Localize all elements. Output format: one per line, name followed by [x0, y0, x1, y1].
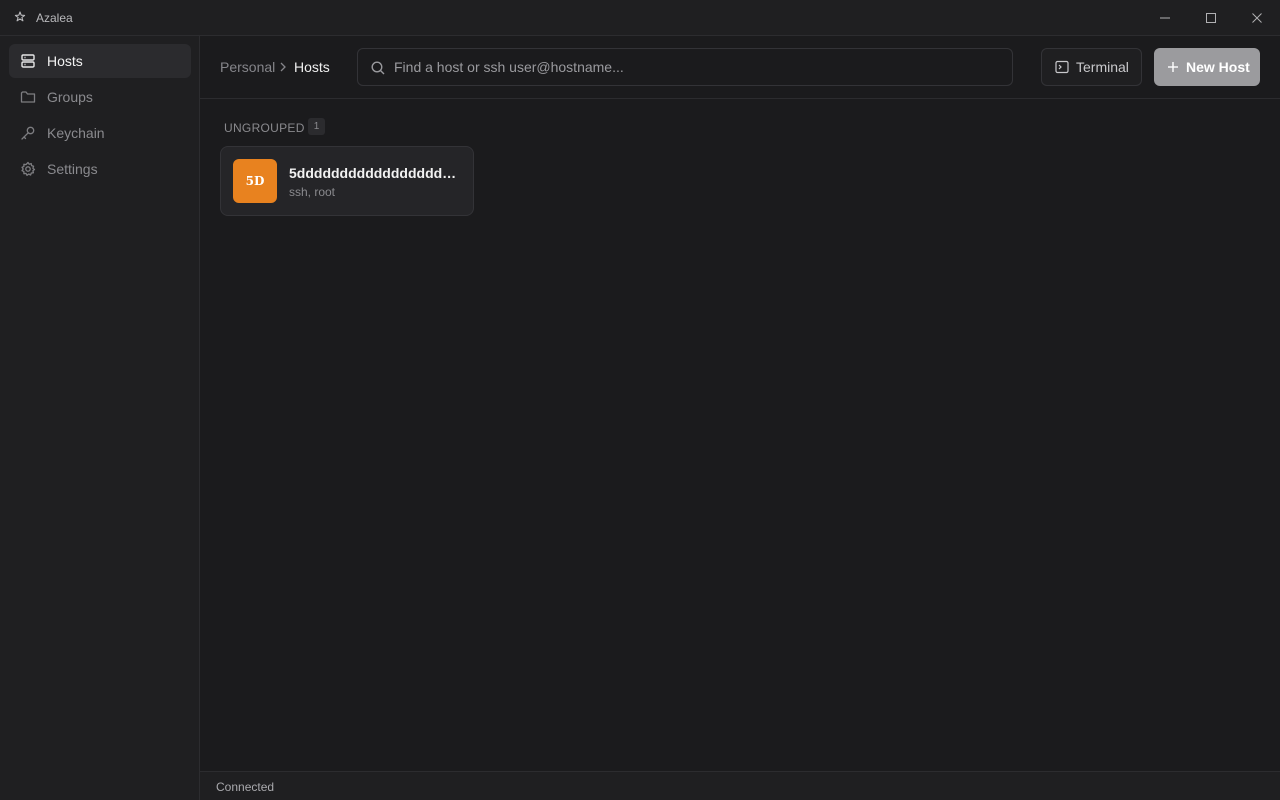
maximize-button[interactable]: [1188, 0, 1234, 36]
key-icon: [20, 125, 36, 141]
sidebar-item-label: Settings: [47, 161, 98, 177]
host-avatar: 5D: [233, 159, 277, 203]
breadcrumb-personal[interactable]: Personal: [220, 59, 275, 75]
search-box[interactable]: [357, 48, 1013, 86]
sidebar: Hosts Groups Keychain Settings: [0, 36, 200, 800]
sidebar-item-groups[interactable]: Groups: [9, 80, 191, 114]
main-header: Personal Hosts Terminal New Host: [200, 36, 1280, 99]
gear-icon: [20, 161, 36, 177]
minimize-icon: [1160, 17, 1170, 19]
sidebar-item-settings[interactable]: Settings: [9, 152, 191, 186]
app-title: Azalea: [36, 11, 73, 25]
sidebar-item-hosts[interactable]: Hosts: [9, 44, 191, 78]
close-icon: [1252, 13, 1262, 23]
host-name: 5dddddddddddddddddddddd: [289, 165, 463, 181]
group-count-badge: 1: [308, 118, 325, 135]
folder-icon: [20, 89, 36, 105]
status-bar: Connected: [200, 771, 1280, 800]
sidebar-item-label: Hosts: [47, 53, 83, 69]
new-host-button-label: New Host: [1186, 59, 1250, 75]
maximize-icon: [1206, 13, 1216, 23]
search-input[interactable]: [394, 49, 994, 85]
title-bar: Azalea: [0, 0, 1280, 36]
terminal-icon: [1055, 60, 1069, 74]
sidebar-item-label: Groups: [47, 89, 93, 105]
group-title: UNGROUPED: [224, 121, 305, 135]
host-subtitle: ssh, root: [289, 185, 336, 199]
connection-status: Connected: [216, 780, 275, 794]
terminal-button-label: Terminal: [1076, 59, 1129, 75]
breadcrumb-hosts: Hosts: [294, 59, 330, 75]
plus-icon: [1168, 62, 1178, 72]
new-host-button[interactable]: New Host: [1154, 48, 1260, 86]
close-button[interactable]: [1234, 0, 1280, 36]
sidebar-item-keychain[interactable]: Keychain: [9, 116, 191, 150]
minimize-button[interactable]: [1142, 0, 1188, 36]
azalea-logo-icon: [14, 11, 26, 22]
sidebar-item-label: Keychain: [47, 125, 105, 141]
search-icon: [371, 61, 385, 75]
host-card[interactable]: 5D 5dddddddddddddddddddddd ssh, root: [220, 146, 474, 216]
terminal-button[interactable]: Terminal: [1041, 48, 1142, 86]
chevron-right-icon: [280, 62, 286, 72]
server-icon: [20, 53, 36, 69]
